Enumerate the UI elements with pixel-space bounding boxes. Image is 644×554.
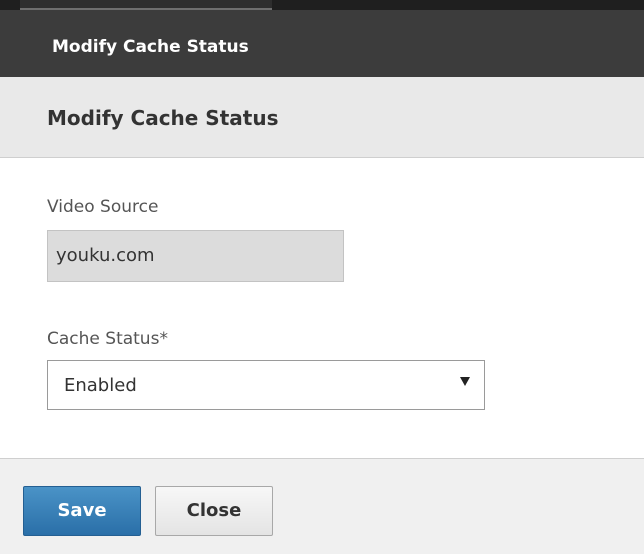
- window-title: Modify Cache Status: [52, 37, 249, 57]
- modify-cache-status-dialog: Modify Cache Status Modify Cache Status …: [0, 0, 644, 554]
- chevron-down-icon: [460, 377, 470, 386]
- cache-status-label: Cache Status*: [47, 329, 168, 349]
- video-source-field: youku.com: [47, 230, 344, 282]
- window-title-bar: Modify Cache Status: [0, 0, 644, 77]
- section-header: Modify Cache Status: [0, 77, 644, 158]
- cache-status-selected-value: Enabled: [64, 375, 137, 396]
- video-source-label: Video Source: [47, 197, 159, 217]
- top-tab-strip: [0, 0, 644, 10]
- cache-status-select[interactable]: Enabled: [47, 360, 485, 410]
- close-button[interactable]: Close: [155, 486, 273, 536]
- dialog-footer: Save Close: [0, 458, 644, 554]
- section-title: Modify Cache Status: [47, 106, 279, 130]
- active-tab-indicator: [20, 0, 272, 10]
- save-button[interactable]: Save: [23, 486, 141, 536]
